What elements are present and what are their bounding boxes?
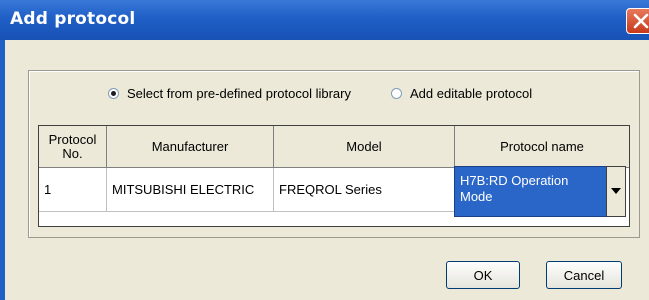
cancel-button[interactable]: Cancel [546, 261, 622, 289]
radio-predefined-label: Select from pre-defined protocol library [127, 86, 351, 101]
cell-model[interactable]: FREQROL Series [274, 168, 455, 212]
column-header-protocol-name: Protocol name [455, 126, 629, 168]
column-header-protocol-no: Protocol No. [39, 126, 107, 168]
close-icon [633, 13, 649, 29]
protocol-name-value: H7B:RD Operation Mode [460, 173, 569, 204]
column-header-manufacturer: Manufacturer [107, 126, 274, 168]
cell-manufacturer[interactable]: MITSUBISHI ELECTRIC [107, 168, 274, 212]
cell-protocol-no[interactable]: 1 [39, 168, 107, 212]
radio-editable-protocol[interactable]: Add editable protocol [391, 86, 532, 101]
column-header-model: Model [274, 126, 455, 168]
add-protocol-dialog: Add protocol Select from pre-defined pro… [0, 0, 649, 300]
window-frame [0, 40, 5, 300]
radio-unselected-icon [391, 88, 402, 99]
radio-selected-icon [108, 88, 119, 99]
dialog-title: Add protocol [10, 9, 136, 29]
protocol-name-dropdown-button[interactable] [606, 166, 626, 217]
radio-predefined-library[interactable]: Select from pre-defined protocol library [108, 86, 351, 101]
protocol-name-select[interactable]: H7B:RD Operation Mode [454, 166, 608, 217]
ok-button[interactable]: OK [446, 261, 520, 289]
close-button[interactable] [626, 8, 649, 34]
title-bar[interactable]: Add protocol [0, 0, 649, 40]
radio-editable-label: Add editable protocol [410, 86, 533, 101]
chevron-down-icon [611, 188, 621, 194]
